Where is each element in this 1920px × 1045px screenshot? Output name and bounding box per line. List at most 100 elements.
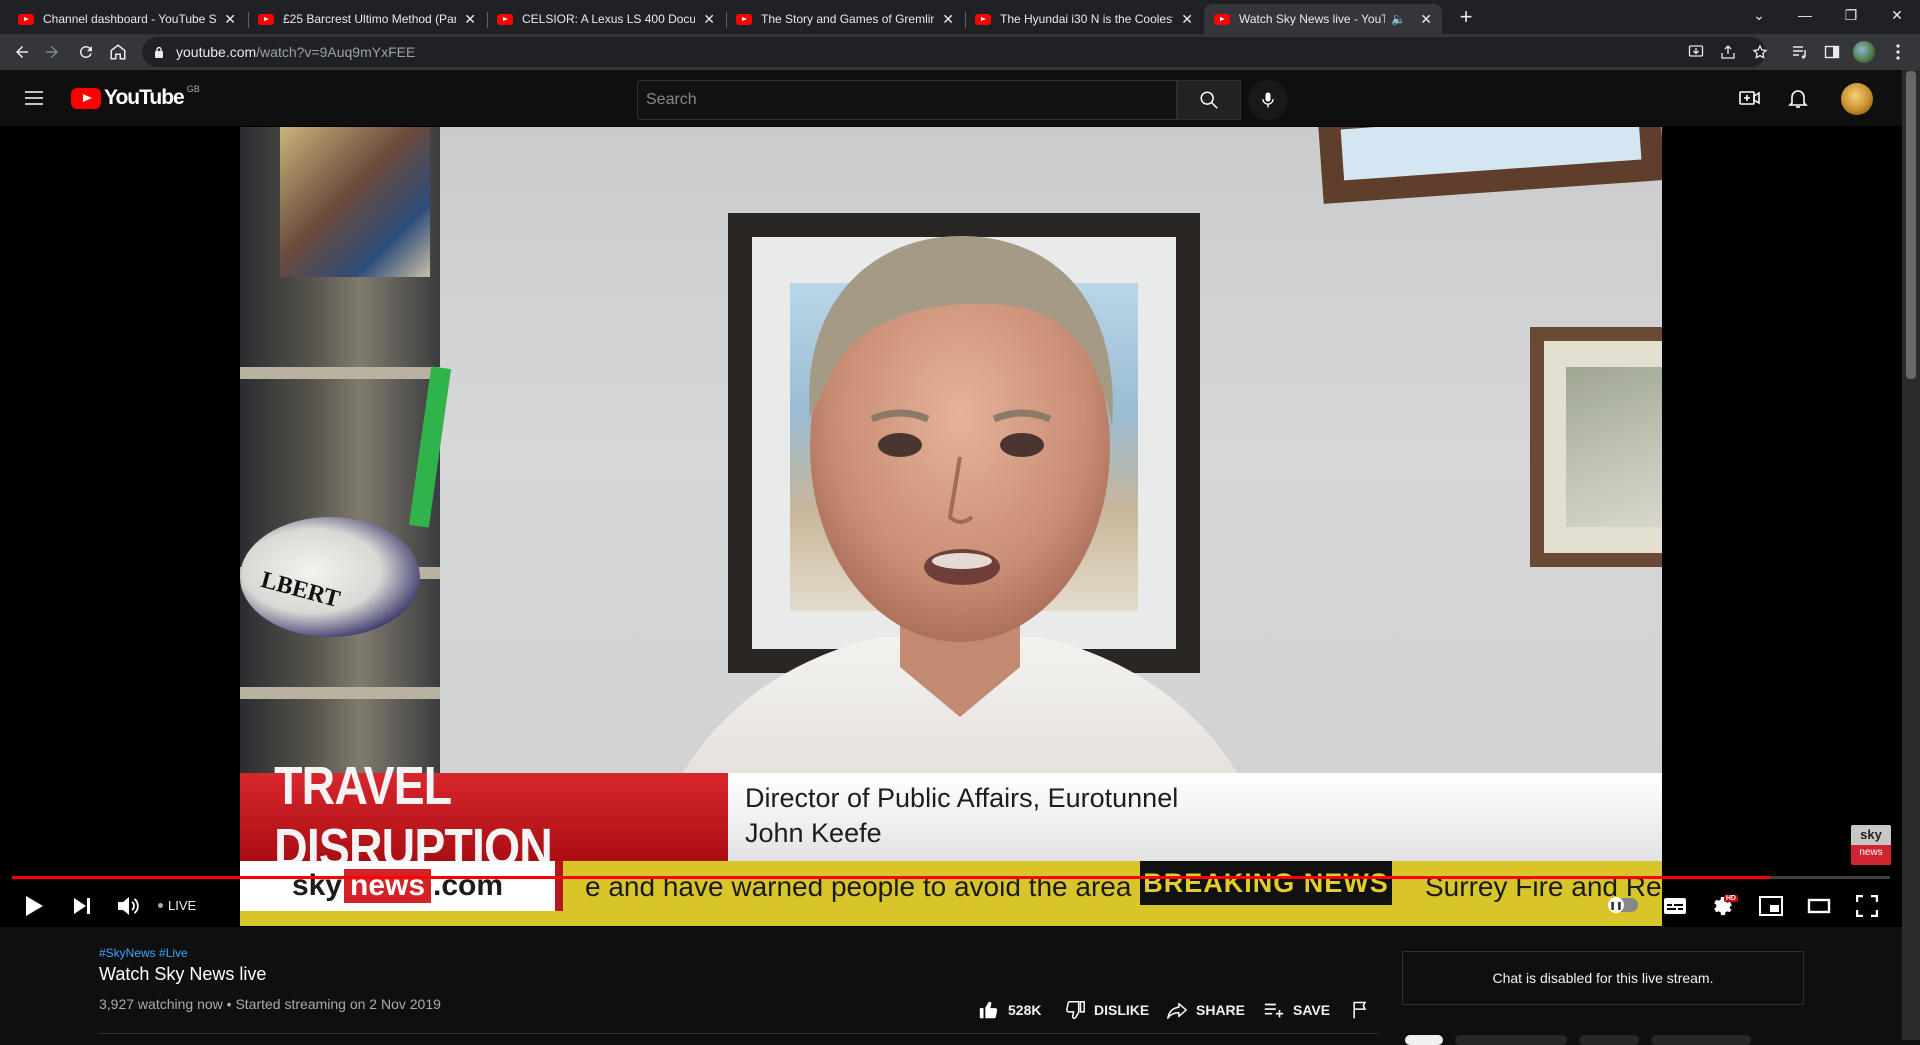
restore-button[interactable]: ❐ bbox=[1828, 0, 1874, 30]
miniplayer-icon bbox=[1759, 896, 1783, 916]
divider bbox=[99, 1033, 1379, 1034]
subtitles-icon bbox=[1664, 898, 1686, 914]
progress-bar-fill bbox=[12, 876, 1770, 879]
microphone-icon bbox=[1262, 92, 1274, 108]
hamburger-menu-icon[interactable] bbox=[22, 86, 46, 110]
speaker-icon[interactable]: 🔈 bbox=[1391, 12, 1406, 26]
next-button[interactable] bbox=[64, 888, 100, 924]
profile-avatar-icon[interactable] bbox=[1852, 40, 1876, 64]
volume-icon bbox=[118, 897, 139, 915]
tab-title: £25 Barcrest Ultimo Method (Par bbox=[283, 12, 457, 26]
install-icon[interactable] bbox=[1684, 40, 1708, 64]
tab-close-icon[interactable]: ✕ bbox=[942, 11, 954, 28]
browser-tab[interactable]: £25 Barcrest Ultimo Method (Par ✕ bbox=[248, 4, 486, 34]
video-player[interactable]: LBERT TRAVEL DISRUPTION Director of Publ… bbox=[0, 126, 1902, 927]
account-avatar[interactable] bbox=[1841, 83, 1873, 115]
tab-search-icon[interactable]: ⌄ bbox=[1736, 0, 1782, 30]
lock-icon bbox=[154, 46, 164, 58]
browser-tab-active[interactable]: Watch Sky News live - YouTu 🔈 ✕ bbox=[1204, 4, 1442, 34]
share-arrow-icon bbox=[1167, 1002, 1187, 1019]
forward-arrow-icon[interactable] bbox=[38, 38, 66, 66]
wall-poster bbox=[280, 127, 430, 277]
close-window-button[interactable]: ✕ bbox=[1874, 0, 1920, 30]
save-button[interactable]: SAVE bbox=[1263, 998, 1330, 1022]
autoplay-toggle[interactable]: ❚❚ bbox=[1608, 897, 1638, 913]
chat-disabled-message: Chat is disabled for this live stream. bbox=[1492, 970, 1714, 986]
browser-tab[interactable]: Channel dashboard - YouTube St ✕ bbox=[8, 4, 246, 34]
filter-chip[interactable] bbox=[1579, 1035, 1639, 1045]
live-label: LIVE bbox=[168, 898, 197, 913]
tab-title: Watch Sky News live - YouTu bbox=[1239, 12, 1386, 26]
search-input[interactable]: Search bbox=[637, 80, 1177, 120]
video-meta: 3,927 watching now • Started streaming o… bbox=[99, 996, 441, 1012]
subtitles-button[interactable] bbox=[1657, 888, 1693, 924]
volume-button[interactable] bbox=[110, 888, 146, 924]
youtube-favicon-icon bbox=[975, 13, 991, 25]
search-icon bbox=[1200, 91, 1218, 109]
live-indicator[interactable]: LIVE bbox=[158, 898, 196, 913]
youtube-favicon-icon bbox=[736, 13, 752, 25]
tab-close-icon[interactable]: ✕ bbox=[1181, 11, 1193, 28]
stream-start-date: Started streaming on 2 Nov 2019 bbox=[235, 996, 441, 1012]
video-frame[interactable]: LBERT TRAVEL DISRUPTION Director of Publ… bbox=[240, 127, 1662, 926]
url-host: youtube.com bbox=[176, 44, 257, 60]
lower-third-caption: Director of Public Affairs, Eurotunnel J… bbox=[728, 773, 1662, 861]
youtube-logo-text: YouTube bbox=[104, 86, 185, 109]
media-control-icon[interactable] bbox=[1788, 40, 1812, 64]
breaking-news-badge: BREAKING NEWS bbox=[1140, 861, 1392, 905]
tab-close-icon[interactable]: ✕ bbox=[224, 11, 236, 28]
browser-tab[interactable]: The Story and Games of Gremlin ✕ bbox=[726, 4, 964, 34]
search-button[interactable] bbox=[1177, 80, 1241, 120]
new-tab-button[interactable]: + bbox=[1453, 4, 1479, 30]
like-button[interactable]: 528K bbox=[978, 998, 1041, 1022]
country-code: GB bbox=[186, 84, 200, 94]
lower-third-headline: TRAVEL DISRUPTION bbox=[240, 756, 728, 878]
tab-close-icon[interactable]: ✕ bbox=[1420, 11, 1432, 28]
tab-close-icon[interactable]: ✕ bbox=[464, 11, 476, 28]
meta-separator: • bbox=[226, 996, 232, 1012]
guest-name: John Keefe bbox=[745, 818, 882, 848]
logo-top: sky bbox=[1860, 827, 1882, 842]
tab-close-icon[interactable]: ✕ bbox=[703, 11, 715, 28]
settings-button[interactable]: HD bbox=[1705, 888, 1741, 924]
home-icon[interactable] bbox=[104, 38, 132, 66]
voice-search-button[interactable] bbox=[1248, 80, 1288, 120]
tab-title: CELSIOR: A Lexus LS 400 Docume bbox=[522, 12, 696, 26]
hashtags[interactable]: #SkyNews #Live bbox=[99, 946, 188, 960]
minimize-button[interactable]: — bbox=[1782, 0, 1828, 30]
video-title: Watch Sky News live bbox=[99, 964, 267, 984]
browser-menu-icon[interactable] bbox=[1886, 40, 1910, 64]
back-arrow-icon[interactable] bbox=[8, 38, 36, 66]
share-page-icon[interactable] bbox=[1716, 40, 1740, 64]
thumbs-up-icon bbox=[979, 1001, 998, 1019]
picture-frame bbox=[1530, 327, 1662, 567]
play-button[interactable] bbox=[16, 888, 52, 924]
filter-chip[interactable] bbox=[1455, 1035, 1567, 1045]
filter-chip[interactable] bbox=[1405, 1035, 1443, 1045]
youtube-masthead: YouTube GB Search bbox=[0, 70, 1902, 126]
reload-icon[interactable] bbox=[72, 38, 100, 66]
report-button[interactable] bbox=[1350, 998, 1378, 1022]
dislike-button[interactable]: DISLIKE bbox=[1064, 998, 1149, 1022]
guest-role: Director of Public Affairs, Eurotunnel bbox=[745, 783, 1179, 813]
browser-tab[interactable]: CELSIOR: A Lexus LS 400 Docume ✕ bbox=[487, 4, 725, 34]
like-count: 528K bbox=[1008, 1002, 1042, 1018]
filter-chip[interactable] bbox=[1651, 1035, 1751, 1045]
notifications-bell-icon[interactable] bbox=[1786, 86, 1810, 110]
miniplayer-button[interactable] bbox=[1753, 888, 1789, 924]
bookmark-star-icon[interactable] bbox=[1748, 40, 1772, 64]
youtube-logo[interactable]: YouTube GB bbox=[71, 84, 200, 110]
create-video-icon[interactable] bbox=[1738, 86, 1762, 110]
ticker-url-brand: news bbox=[344, 869, 432, 903]
next-icon bbox=[74, 898, 90, 914]
fullscreen-button[interactable] bbox=[1849, 888, 1885, 924]
address-bar[interactable]: youtube.com/watch?v=9Auq9mYxFEE bbox=[142, 37, 1766, 67]
tab-title: Channel dashboard - YouTube St bbox=[43, 12, 217, 26]
side-panel-icon[interactable] bbox=[1820, 40, 1844, 64]
share-button[interactable]: SHARE bbox=[1166, 998, 1245, 1022]
fullscreen-icon bbox=[1856, 895, 1878, 917]
thumbs-down-icon bbox=[1066, 1001, 1085, 1019]
browser-tab[interactable]: The Hyundai i30 N is the Coolest ✕ bbox=[965, 4, 1203, 34]
scrollbar-thumb[interactable] bbox=[1906, 71, 1916, 379]
theater-mode-button[interactable] bbox=[1801, 888, 1837, 924]
